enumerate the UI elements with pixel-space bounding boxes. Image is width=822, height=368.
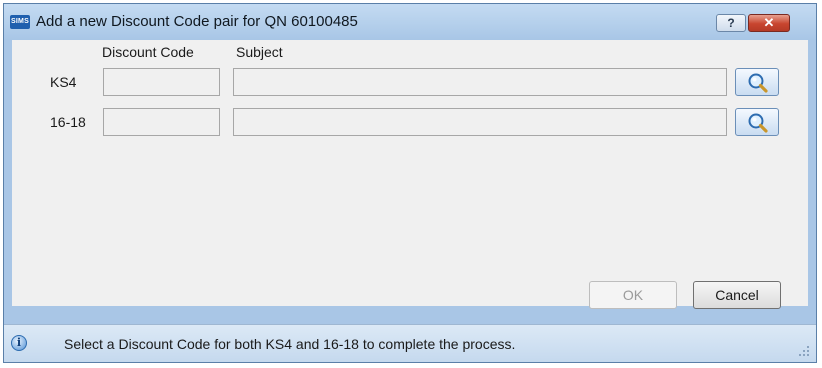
subject-column-header: Subject: [236, 44, 283, 60]
row-label-ks4: KS4: [50, 74, 77, 90]
magnifier-icon: [748, 73, 768, 93]
status-bar: i Select a Discount Code for both KS4 an…: [4, 324, 816, 362]
button-area: [12, 234, 808, 306]
info-icon: i: [11, 335, 27, 351]
sims-app-icon: SIMS: [10, 15, 30, 29]
16-18-subject-lookup-button[interactable]: [735, 108, 779, 136]
close-button[interactable]: ✕: [748, 14, 790, 32]
cancel-button[interactable]: Cancel: [693, 281, 781, 309]
help-button[interactable]: ?: [716, 14, 746, 32]
ks4-subject-field[interactable]: [233, 68, 727, 96]
dialog-window: SIMS Add a new Discount Code pair for QN…: [3, 3, 817, 363]
status-message: Select a Discount Code for both KS4 and …: [64, 336, 516, 352]
16-18-discount-code-field[interactable]: [103, 108, 220, 136]
row-label-16-18: 16-18: [50, 114, 86, 130]
ok-button[interactable]: OK: [589, 281, 677, 309]
ks4-subject-lookup-button[interactable]: [735, 68, 779, 96]
magnifier-icon: [748, 113, 768, 133]
dialog-title: Add a new Discount Code pair for QN 6010…: [36, 13, 358, 30]
title-bar[interactable]: SIMS Add a new Discount Code pair for QN…: [4, 4, 816, 40]
ks4-discount-code-field[interactable]: [103, 68, 220, 96]
16-18-subject-field[interactable]: [233, 108, 727, 136]
resize-grip-icon[interactable]: [798, 345, 810, 357]
discount-code-column-header: Discount Code: [102, 44, 194, 60]
